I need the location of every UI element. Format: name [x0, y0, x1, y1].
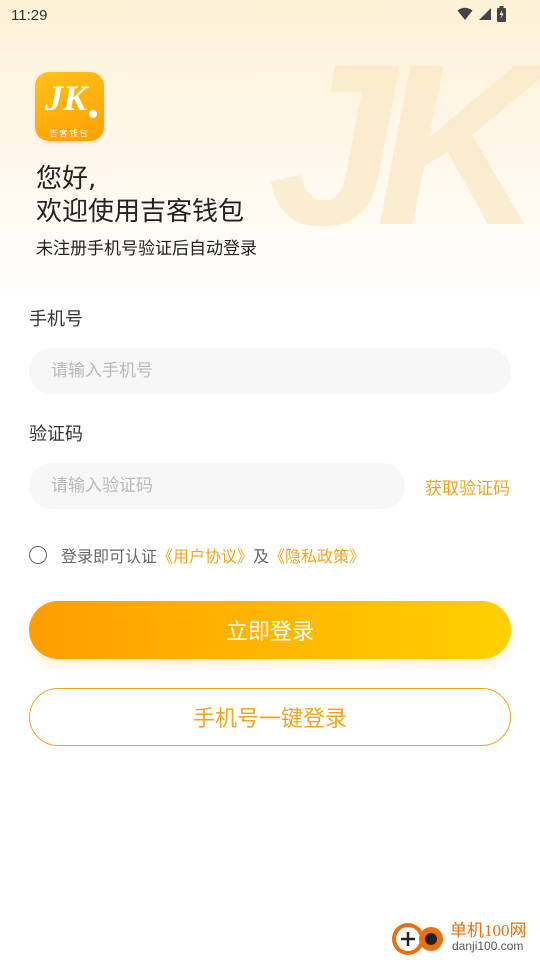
site-watermark-title: 单机100网 — [450, 921, 527, 940]
agreement-radio-icon[interactable] — [29, 546, 47, 564]
app-logo: JK 吉客钱包 — [35, 72, 104, 141]
phone-label: 手机号 — [29, 309, 83, 330]
phone-input[interactable] — [29, 348, 511, 394]
privacy-policy-link[interactable]: 《隐私政策》 — [269, 543, 365, 567]
status-icons — [457, 6, 506, 22]
code-label: 验证码 — [29, 424, 83, 445]
greeting-line-2: 欢迎使用吉客钱包 — [36, 197, 245, 227]
greeting-line-1: 您好, — [36, 164, 97, 194]
jk-watermark-graphic: JK — [267, 16, 540, 273]
agreement-row: 登录即可认证 《用户协议》 及 《隐私政策》 — [29, 543, 365, 567]
logo-dot — [89, 110, 97, 118]
site-watermark-logo-icon — [392, 923, 443, 955]
signal-icon — [479, 8, 491, 20]
logo-subtitle: 吉客钱包 — [49, 129, 90, 138]
site-watermark: 单机100网 danji100.com — [386, 914, 536, 958]
logo-mark: JK — [45, 78, 88, 118]
verification-code-input[interactable] — [29, 463, 405, 509]
user-agreement-link[interactable]: 《用户协议》 — [157, 543, 253, 567]
battery-icon — [497, 6, 506, 22]
login-hint: 未注册手机号验证后自动登录 — [36, 239, 257, 259]
get-code-button[interactable]: 获取验证码 — [425, 474, 510, 499]
agreement-and: 及 — [253, 547, 270, 566]
status-time: 11:29 — [11, 7, 48, 24]
login-button[interactable]: 立即登录 — [29, 601, 511, 659]
wifi-icon — [457, 7, 473, 20]
agreement-prefix: 登录即可认证 — [61, 547, 158, 566]
one-click-login-button[interactable]: 手机号一键登录 — [29, 688, 511, 746]
site-watermark-url: danji100.com — [452, 939, 524, 953]
status-bar: 11:29 — [0, 0, 540, 30]
